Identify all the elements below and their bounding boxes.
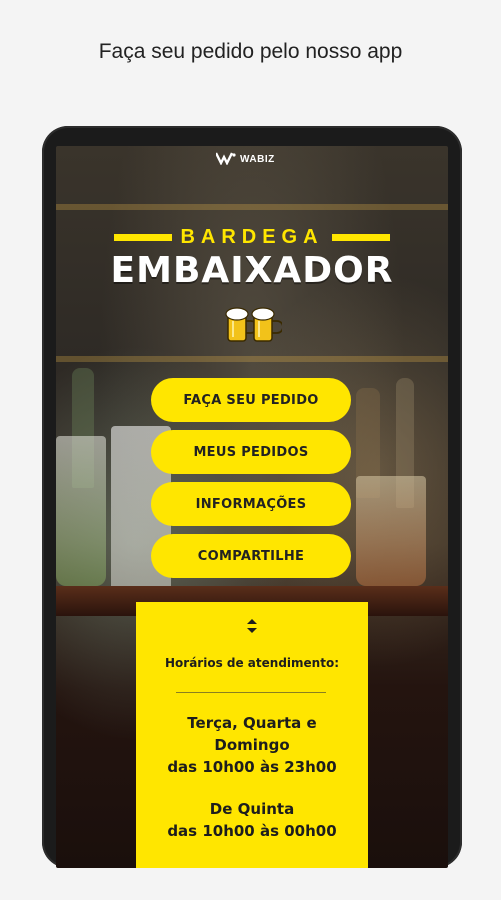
logo-line1: BARDEGA [180,225,324,248]
wabiz-logo-icon [214,151,236,168]
my-orders-button[interactable]: MEUS PEDIDOS [151,430,351,474]
wabiz-label: WABIZ [240,153,275,165]
schedule-days: Terça, Quarta e [187,714,317,732]
logo-line2: EMBAIXADOR [110,250,394,291]
logo-line-left [114,233,173,241]
schedule-days: De Quinta [209,800,295,818]
wabiz-brand: WABIZ [214,150,275,168]
schedule-time: das 10h00 às 23h00 [167,758,337,776]
order-button[interactable]: FAÇA SEU PEDIDO [151,378,351,422]
information-button[interactable]: INFORMAÇÕES [151,482,351,526]
schedule-time: das 10h00 às 00h00 [167,822,337,840]
logo-bardega: BARDEGA [112,226,392,248]
up-down-arrows-icon[interactable] [244,616,260,636]
hours-title: Horários de atendimento: [165,656,339,670]
app-screen: WABIZ BARDEGA EMBAIXADOR FAÇA SEU PEDIDO… [56,146,448,868]
tablet-frame: WABIZ BARDEGA EMBAIXADOR FAÇA SEU PEDIDO… [42,126,462,868]
bar-shelf [56,204,448,210]
beer-mugs-icon [222,301,284,347]
bar-shelf [56,356,448,362]
cocktail-glass [56,436,106,586]
cocktail-glass [356,476,426,586]
promo-headline: Faça seu pedido pelo nosso app [98,40,403,63]
schedule-days: Domingo [214,736,290,754]
share-button[interactable]: COMPARTILHE [151,534,351,578]
logo-line-right [331,233,390,241]
hours-divider [176,692,326,693]
opening-hours-panel: Horários de atendimento: Terça, Quarta e… [136,602,368,868]
